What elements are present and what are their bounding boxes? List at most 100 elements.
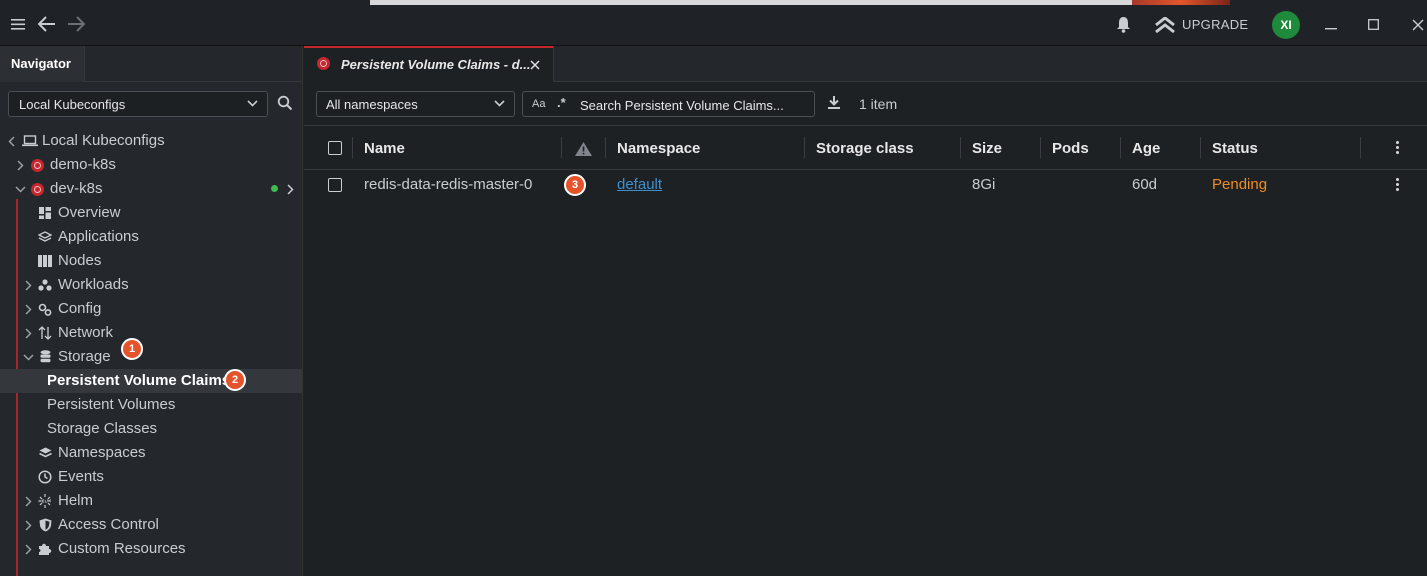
row-checkbox[interactable] — [328, 178, 342, 192]
kebab-menu-icon[interactable] — [1396, 141, 1400, 156]
tree-item-access-control[interactable]: Access Control — [0, 513, 302, 537]
column-header-storage-class[interactable]: Storage class — [816, 140, 914, 157]
tree-item-local-kubeconfigs[interactable]: Local Kubeconfigs — [0, 129, 302, 153]
close-icon[interactable] — [1412, 19, 1424, 31]
tree-item-storage[interactable]: Storage — [0, 345, 302, 369]
tree-item-label: demo-k8s — [50, 156, 116, 173]
table-header: Name Namespace Storage class Size Pods A… — [304, 126, 1427, 170]
item-count: 1 item — [859, 96, 898, 112]
avatar[interactable]: XI — [1272, 11, 1300, 39]
tree-item-workloads[interactable]: Workloads — [0, 273, 302, 297]
tree-item-persistent-volumes[interactable]: Persistent Volumes — [0, 393, 302, 417]
list-toolbar: All namespaces Aa .* 1 item — [304, 82, 1427, 126]
tree-item-label: Network — [58, 324, 114, 341]
tree-item-helm[interactable]: Helm — [0, 489, 302, 513]
upgrade-button[interactable]: UPGRADE — [1182, 17, 1248, 32]
tree-item-applications[interactable]: Applications — [0, 225, 302, 249]
tree-item-dev-k8s[interactable]: dev-k8s — [0, 177, 302, 201]
tree-item-label: Overview — [58, 204, 121, 221]
database-icon — [40, 350, 51, 363]
search-icon[interactable] — [277, 95, 293, 111]
kubernetes-icon — [31, 159, 44, 172]
column-separator — [1360, 137, 1361, 158]
search-input[interactable] — [580, 96, 808, 114]
nodes-icon — [38, 255, 52, 267]
tree-item-events[interactable]: Events — [0, 465, 302, 489]
column-separator — [1040, 137, 1041, 158]
annotation-badge-2: 2 — [224, 369, 246, 391]
tree-item-label: Namespaces — [58, 444, 146, 461]
chevron-left-icon — [8, 136, 15, 147]
tree-item-namespaces[interactable]: Namespaces — [0, 441, 302, 465]
tab-label: Persistent Volume Claims - d... — [341, 57, 531, 72]
column-header-name[interactable]: Name — [364, 140, 405, 157]
laptop-icon — [22, 135, 38, 147]
applications-icon — [38, 231, 52, 242]
match-case-toggle[interactable]: Aa — [532, 98, 545, 110]
connected-status-dot — [271, 185, 278, 192]
column-header-status[interactable]: Status — [1212, 140, 1258, 157]
helm-icon — [38, 494, 52, 508]
kubernetes-icon — [317, 57, 330, 70]
chevron-right-icon[interactable] — [287, 184, 294, 195]
background-window-image — [1132, 0, 1230, 5]
cell-age: 60d — [1132, 176, 1158, 193]
column-separator — [605, 137, 606, 158]
tree-item-network[interactable]: Network — [0, 321, 302, 345]
puzzle-icon — [39, 543, 52, 555]
tree-item-demo-k8s[interactable]: demo-k8s — [0, 153, 302, 177]
tree-item-label: dev-k8s — [50, 180, 103, 197]
dashboard-icon — [39, 207, 51, 219]
main-panel: Persistent Volume Claims - d... All name… — [304, 46, 1427, 576]
kubeconfig-select[interactable]: Local Kubeconfigs — [8, 91, 268, 117]
clock-icon — [38, 470, 52, 484]
tab-persistent-volume-claims[interactable]: Persistent Volume Claims - d... — [304, 46, 554, 82]
maximize-icon[interactable] — [1368, 19, 1379, 30]
tree-item-label: Storage Classes — [47, 420, 158, 437]
chevron-down-icon — [494, 100, 505, 107]
tree-item-label: Applications — [58, 228, 139, 245]
column-header-size[interactable]: Size — [972, 140, 1002, 157]
close-tab-icon[interactable] — [530, 60, 540, 70]
forward-arrow-icon[interactable] — [67, 16, 85, 32]
tree-item-label: Persistent Volume Claims — [47, 372, 231, 389]
select-all-checkbox[interactable] — [328, 141, 342, 155]
cell-namespace-link[interactable]: default — [617, 176, 662, 193]
cell-name: redis-data-redis-master-0 — [364, 176, 533, 193]
warning-icon[interactable] — [574, 141, 593, 157]
tree-item-label: Config — [58, 300, 102, 317]
download-icon[interactable] — [827, 95, 841, 110]
tree-item-persistent-volume-claims[interactable]: Persistent Volume Claims — [0, 369, 302, 393]
layers-icon — [39, 447, 52, 458]
namespace-select[interactable]: All namespaces — [316, 91, 515, 117]
network-arrows-icon — [38, 326, 52, 340]
namespace-select-value: All namespaces — [326, 97, 418, 112]
chevron-right-icon — [25, 520, 32, 531]
bell-icon[interactable] — [1116, 16, 1131, 33]
tree-item-label: Workloads — [58, 276, 129, 293]
tree-item-nodes[interactable]: Nodes — [0, 249, 302, 273]
tree-item-config[interactable]: Config — [0, 297, 302, 321]
tab-navigator[interactable]: Navigator — [0, 46, 85, 82]
tree-item-label: Storage — [58, 348, 111, 365]
chevron-right-icon — [25, 304, 32, 315]
regex-toggle[interactable]: .* — [557, 95, 566, 110]
hamburger-icon[interactable] — [11, 19, 25, 30]
cell-size: 8Gi — [972, 176, 996, 193]
minimize-icon[interactable] — [1325, 28, 1337, 30]
column-header-pods[interactable]: Pods — [1052, 140, 1089, 157]
cell-status: Pending — [1212, 176, 1268, 193]
tree-item-storage-classes[interactable]: Storage Classes — [0, 417, 302, 441]
chevron-right-icon — [25, 328, 32, 339]
tree-item-custom-resources[interactable]: Custom Resources — [0, 537, 302, 561]
kebab-menu-icon[interactable] — [1396, 178, 1400, 193]
back-arrow-icon[interactable] — [38, 16, 56, 32]
column-separator — [561, 137, 562, 158]
tree-item-overview[interactable]: Overview — [0, 201, 302, 225]
column-header-namespace[interactable]: Namespace — [617, 140, 700, 157]
upgrade-icon[interactable] — [1155, 17, 1175, 34]
table-row[interactable]: redis-data-redis-master-0 3 default 8Gi … — [304, 170, 1427, 198]
chevron-right-icon — [25, 496, 32, 507]
tree-item-label: Nodes — [58, 252, 102, 269]
column-header-age[interactable]: Age — [1132, 140, 1160, 157]
